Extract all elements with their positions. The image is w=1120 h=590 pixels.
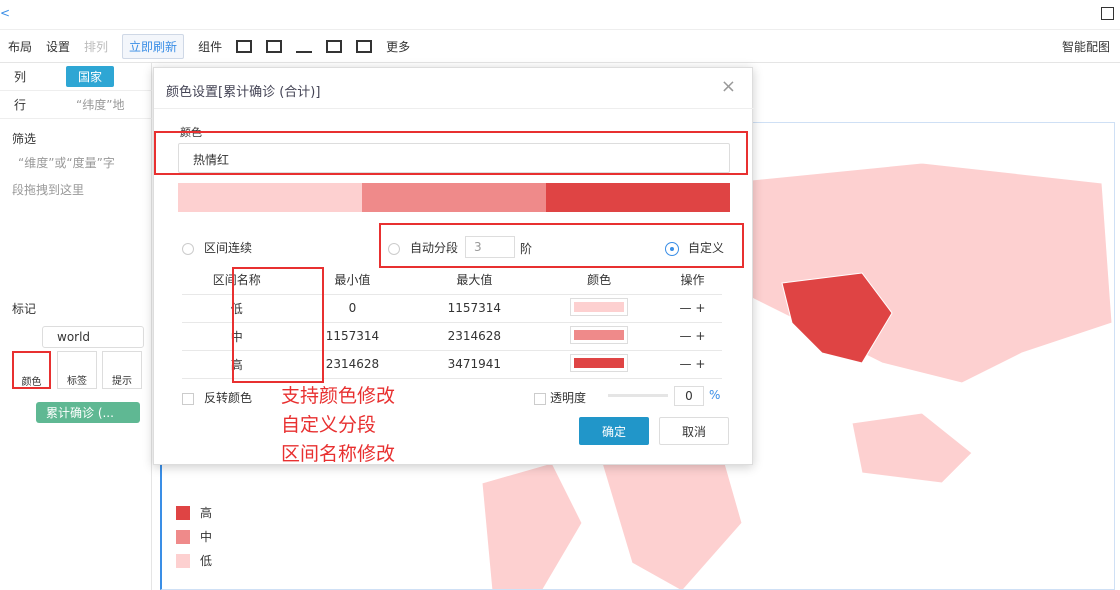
- color-preview-bar: [178, 183, 730, 212]
- maximize-icon[interactable]: [1101, 7, 1114, 20]
- columns-shelf[interactable]: 列 国家: [0, 63, 152, 91]
- filter-hint-2: 段拖拽到这里: [12, 181, 84, 198]
- region-asia[interactable]: [722, 163, 1112, 383]
- left-panel: 列 国家 行 “纬度”地 筛选 “维度”或“度量”字 段拖拽到这里 标记 world…: [0, 63, 152, 590]
- region-africa[interactable]: [602, 453, 742, 590]
- opacity-checkbox[interactable]: 透明度: [534, 389, 586, 406]
- row-ops[interactable]: — +: [663, 322, 722, 350]
- color-swatch[interactable]: [571, 327, 627, 343]
- back-button[interactable]: <: [0, 6, 10, 20]
- opacity-input[interactable]: 0: [674, 386, 704, 406]
- segment-unit: 阶: [520, 240, 532, 257]
- annotation: 支持颜色修改: [281, 383, 395, 409]
- row-ops[interactable]: — +: [663, 294, 722, 322]
- components-label: 组件: [198, 38, 222, 55]
- auto-segment-radio[interactable]: 自动分段: [388, 239, 458, 256]
- annotation: 自定义分段: [281, 412, 376, 438]
- percent-label: %: [709, 388, 720, 402]
- rows-label: 行: [14, 96, 26, 113]
- color-swatch[interactable]: [571, 299, 627, 315]
- legend-item: 高: [176, 504, 212, 521]
- color-swatch[interactable]: [571, 355, 627, 371]
- tooltip-button[interactable]: 提示: [102, 351, 142, 389]
- custom-radio[interactable]: 自定义: [666, 239, 724, 256]
- row-ops[interactable]: — +: [663, 350, 722, 378]
- image-icon[interactable]: [356, 40, 372, 53]
- layout-menu[interactable]: 布局: [8, 38, 32, 55]
- filter-hint: “维度”或“度量”字: [18, 154, 115, 171]
- cancel-button[interactable]: 取消: [659, 417, 729, 445]
- more-menu[interactable]: 更多: [386, 38, 410, 55]
- columns-label: 列: [14, 68, 26, 85]
- smart-chart-button[interactable]: 智能配图: [1062, 38, 1110, 55]
- legend-item: 低: [176, 552, 212, 569]
- color-settings-dialog: 颜色设置[累计确诊 (合计)] × 颜色 热情红 区间连续 自动分段 3 阶 自…: [153, 67, 753, 465]
- sort-menu[interactable]: 排列: [84, 38, 108, 55]
- dialog-title: 颜色设置[累计确诊 (合计)]: [166, 81, 320, 100]
- region-oceania[interactable]: [852, 413, 972, 483]
- color-scheme-select[interactable]: 热情红: [178, 143, 730, 173]
- legend-item: 中: [176, 528, 212, 545]
- text-icon[interactable]: [326, 40, 342, 53]
- region-south-america[interactable]: [482, 463, 582, 590]
- filter-title: 筛选: [12, 130, 36, 147]
- crosstable-icon[interactable]: [266, 40, 282, 53]
- marks-title: 标记: [12, 300, 36, 317]
- opacity-slider[interactable]: [608, 394, 668, 397]
- label-button[interactable]: 标签: [57, 351, 97, 389]
- rows-shelf[interactable]: 行 “纬度”地: [0, 91, 152, 119]
- color-button[interactable]: 颜色: [12, 351, 51, 389]
- refresh-button[interactable]: 立即刷新: [122, 34, 184, 59]
- continuous-radio[interactable]: 区间连续: [182, 239, 252, 256]
- rows-hint: “纬度”地: [76, 96, 124, 113]
- table-icon[interactable]: [236, 40, 252, 53]
- measure-pill[interactable]: 累计确诊 (...: [36, 402, 140, 423]
- reverse-checkbox[interactable]: 反转颜色: [182, 389, 252, 406]
- annotation: 区间名称修改: [281, 441, 395, 467]
- map-type-select[interactable]: world: [42, 326, 144, 348]
- country-pill[interactable]: 国家: [66, 66, 114, 87]
- confirm-button[interactable]: 确定: [579, 417, 649, 445]
- bar-chart-icon[interactable]: [296, 40, 312, 53]
- settings-menu[interactable]: 设置: [46, 38, 70, 55]
- toolbar: 布局 设置 排列 立即刷新 组件 更多 智能配图: [0, 30, 1120, 63]
- close-icon[interactable]: ×: [721, 76, 736, 97]
- segment-count-input[interactable]: 3: [465, 236, 515, 258]
- top-bar: <: [0, 0, 1120, 30]
